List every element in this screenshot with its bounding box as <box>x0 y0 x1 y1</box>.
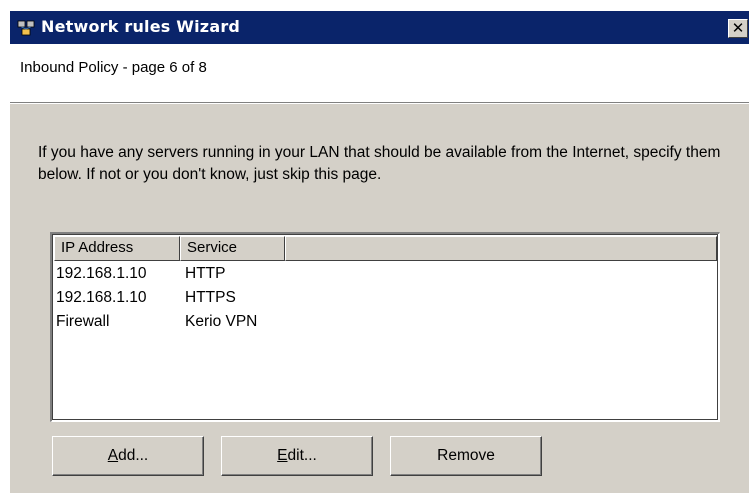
edit-button-label: dit... <box>287 447 317 464</box>
cell-service: HTTPS <box>185 289 236 306</box>
cell-ip-address: Firewall <box>56 313 110 330</box>
list-item[interactable]: 192.168.1.10 HTTP <box>54 262 717 286</box>
page-title: Inbound Policy - page 6 of 8 <box>20 59 207 76</box>
network-wizard-icon <box>17 20 35 36</box>
add-button[interactable]: Add... <box>52 436 204 476</box>
cell-service: HTTP <box>185 265 226 282</box>
header-divider <box>10 102 749 104</box>
list-item[interactable]: Firewall Kerio VPN <box>54 310 717 334</box>
cell-service: Kerio VPN <box>185 313 258 330</box>
wizard-window: Network rules Wizard ✕ Inbound Policy - … <box>9 10 749 493</box>
cell-ip-address: 192.168.1.10 <box>56 265 147 282</box>
cell-ip-address: 192.168.1.10 <box>56 289 147 306</box>
column-header-service[interactable]: Service <box>180 236 285 261</box>
add-button-mnemonic: A <box>107 447 119 464</box>
column-header-filler <box>285 236 717 261</box>
servers-list[interactable]: IP Address Service 192.168.1.10 HTTP 192… <box>50 232 720 422</box>
edit-button[interactable]: Edit... <box>221 436 373 476</box>
list-rows: 192.168.1.10 HTTP 192.168.1.10 HTTPS Fir… <box>54 262 717 334</box>
close-icon[interactable]: ✕ <box>728 19 748 38</box>
window-title: Network rules Wizard <box>41 17 241 36</box>
edit-button-mnemonic: E <box>277 447 288 464</box>
column-header-ip-address[interactable]: IP Address <box>54 236 180 261</box>
title-bar[interactable]: Network rules Wizard ✕ <box>10 11 749 44</box>
list-header: IP Address Service <box>54 236 717 261</box>
page-header: Inbound Policy - page 6 of 8 <box>10 44 749 102</box>
add-button-label: dd... <box>118 447 149 464</box>
list-item[interactable]: 192.168.1.10 HTTPS <box>54 286 717 310</box>
remove-button[interactable]: Remove <box>390 436 542 476</box>
instructions-text: If you have any servers running in your … <box>38 144 721 183</box>
